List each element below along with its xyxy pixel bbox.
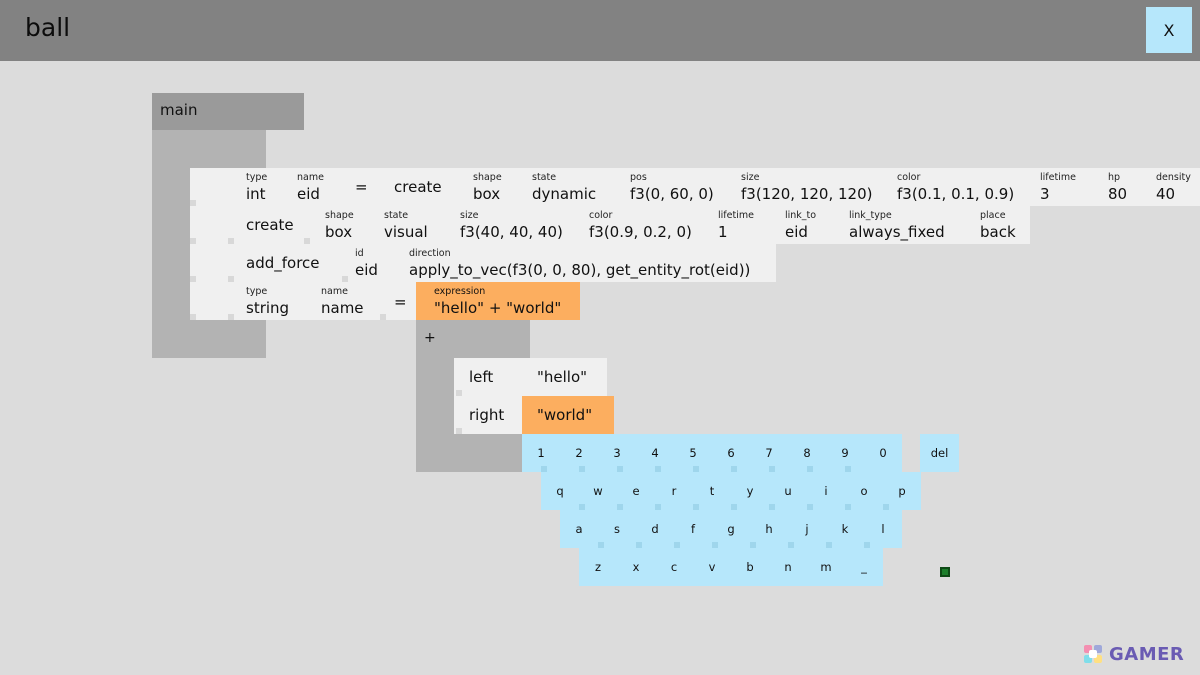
key-grid-dot <box>674 542 680 548</box>
key-q[interactable]: q <box>541 472 579 510</box>
key-grid-dot <box>693 504 699 510</box>
title-bar <box>0 0 1200 61</box>
key-z[interactable]: z <box>579 548 617 586</box>
grid-dot <box>190 276 196 282</box>
gamer-logo-icon <box>1082 643 1104 665</box>
key-grid-dot <box>769 466 775 472</box>
grid-dot <box>456 428 462 434</box>
plus-operator[interactable]: + <box>424 330 436 346</box>
key-grid-dot <box>598 542 604 548</box>
key-delete[interactable]: del <box>920 434 959 472</box>
key-grid-dot <box>579 466 585 472</box>
add-force-keyword[interactable]: add_force <box>246 254 320 272</box>
assign-operator: = <box>394 293 407 311</box>
key-0[interactable]: 0 <box>864 434 902 472</box>
key-grid-dot <box>541 466 547 472</box>
key-grid-dot <box>845 466 851 472</box>
create-keyword[interactable]: create <box>394 178 442 196</box>
grid-dot <box>190 238 196 244</box>
key-x[interactable]: x <box>617 548 655 586</box>
app-title: ball <box>25 13 71 42</box>
key-grid-dot <box>579 504 585 510</box>
assign-operator: = <box>355 178 368 196</box>
key-b[interactable]: b <box>731 548 769 586</box>
operand-right-label: right <box>469 406 505 424</box>
key-grid-dot <box>826 542 832 548</box>
watermark-text: GAMER <box>1109 643 1185 665</box>
key-grid-dot <box>617 504 623 510</box>
grid-dot <box>380 314 386 320</box>
grid-dot <box>456 390 462 396</box>
operand-right-row[interactable]: right <box>454 396 522 434</box>
key-underscore[interactable]: _ <box>845 548 883 586</box>
key-grid-dot <box>864 542 870 548</box>
key-n[interactable]: n <box>769 548 807 586</box>
key-v[interactable]: v <box>693 548 731 586</box>
grid-dot <box>228 314 234 320</box>
key-grid-dot <box>617 466 623 472</box>
key-a[interactable]: a <box>560 510 598 548</box>
key-grid-dot <box>769 504 775 510</box>
field-expression-selected[interactable]: expression "hello" + "world" <box>416 282 580 320</box>
key-grid-dot <box>636 542 642 548</box>
key-grid-dot <box>807 504 813 510</box>
operand-left-value[interactable]: "hello" <box>537 368 587 386</box>
statement-row-add-force[interactable]: add_force id eid direction apply_to_vec(… <box>190 244 776 282</box>
key-c[interactable]: c <box>655 548 693 586</box>
green-cursor-marker <box>940 567 950 577</box>
main-block-label[interactable]: main <box>152 93 304 130</box>
key-grid-dot <box>731 466 737 472</box>
operand-left-label: left <box>469 368 494 386</box>
key-grid-dot <box>883 504 889 510</box>
operand-right-value-selected[interactable]: "world" <box>522 396 614 434</box>
key-m[interactable]: m <box>807 548 845 586</box>
create-keyword[interactable]: create <box>246 216 294 234</box>
grid-dot <box>228 276 234 282</box>
grid-dot <box>304 238 310 244</box>
key-grid-dot <box>655 466 661 472</box>
key-grid-dot <box>712 542 718 548</box>
grid-dot <box>228 238 234 244</box>
key-grid-dot <box>693 466 699 472</box>
keyboard-row-zxcv: z x c v b n m _ <box>579 548 883 586</box>
key-grid-dot <box>750 542 756 548</box>
key-grid-dot <box>655 504 661 510</box>
key-grid-dot <box>845 504 851 510</box>
grid-dot <box>190 314 196 320</box>
key-grid-dot <box>807 466 813 472</box>
gamer-watermark: GAMER <box>1082 643 1184 665</box>
operand-left-row[interactable]: left "hello" <box>454 358 607 396</box>
close-button[interactable]: X <box>1146 7 1192 53</box>
grid-dot <box>342 276 348 282</box>
key-grid-dot <box>731 504 737 510</box>
key-grid-dot <box>788 542 794 548</box>
statement-row-declare-entity[interactable]: type int name eid = create shape box sta… <box>190 168 1200 206</box>
grid-dot <box>190 200 196 206</box>
statement-row-create-visual[interactable]: create shape box state visual size f3(40… <box>190 206 1030 244</box>
keyboard-row-asdf: a s d f g h j k l <box>560 510 902 548</box>
